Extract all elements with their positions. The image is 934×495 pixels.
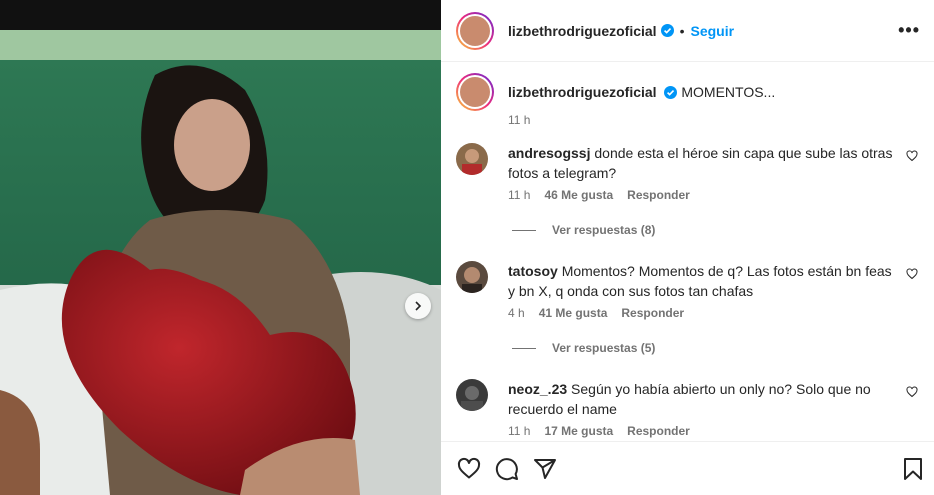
- view-replies-button[interactable]: Ver respuestas (8): [512, 223, 655, 237]
- comment-icon[interactable]: [495, 457, 519, 481]
- comment-meta: 4 h 41 Me gusta Responder: [508, 306, 684, 320]
- post-photo: [0, 30, 441, 495]
- comment-like-icon[interactable]: [906, 385, 918, 401]
- commenter-username[interactable]: andresogssj: [508, 145, 590, 161]
- post-side-panel: lizbethrodriguezoficial • Seguir ••• liz…: [441, 0, 934, 495]
- bookmark-icon[interactable]: [902, 457, 924, 481]
- commenter-username[interactable]: tatosoy: [508, 263, 558, 279]
- comment-likes[interactable]: 41 Me gusta: [539, 306, 608, 320]
- comment-text: Momentos? Momentos de q? Las fotos están…: [508, 263, 892, 299]
- more-options-icon[interactable]: •••: [898, 20, 920, 41]
- comment-item: neoz_.23 Según yo había abierto un only …: [456, 379, 926, 441]
- author-username[interactable]: lizbethrodriguezoficial: [508, 23, 657, 39]
- commenter-avatar[interactable]: [456, 143, 488, 175]
- caption-time: 11 h: [508, 113, 531, 127]
- post-actions-bar: [441, 441, 934, 495]
- comment-like-icon[interactable]: [906, 267, 918, 283]
- comment-meta: 11 h 17 Me gusta Responder: [508, 424, 690, 438]
- comment-likes[interactable]: 17 Me gusta: [544, 424, 613, 438]
- caption-avatar[interactable]: [456, 73, 494, 111]
- post-media: [0, 0, 441, 495]
- comment-meta: 11 h 46 Me gusta Responder: [508, 188, 690, 202]
- verified-badge-icon: [660, 24, 674, 37]
- reply-button[interactable]: Responder: [621, 306, 684, 320]
- comment-likes[interactable]: 46 Me gusta: [544, 188, 613, 202]
- author-avatar[interactable]: [456, 11, 494, 50]
- comment-time[interactable]: 11 h: [508, 424, 530, 438]
- paper-plane-icon[interactable]: [533, 457, 557, 481]
- comment-time[interactable]: 4 h: [508, 306, 525, 320]
- caption-username[interactable]: lizbethrodriguezoficial: [508, 84, 657, 100]
- caption-text: MOMENTOS...: [681, 84, 776, 100]
- reply-button[interactable]: Responder: [627, 188, 690, 202]
- comment-item: tatosoy Momentos? Momentos de q? Las fot…: [456, 261, 926, 371]
- reply-button[interactable]: Responder: [627, 424, 690, 438]
- comment-like-icon[interactable]: [906, 149, 918, 165]
- post-header: lizbethrodriguezoficial • Seguir •••: [441, 0, 934, 62]
- heart-icon[interactable]: [457, 457, 481, 481]
- commenter-avatar[interactable]: [456, 379, 488, 411]
- commenter-avatar[interactable]: [456, 261, 488, 293]
- media-top-strip: [0, 0, 441, 30]
- next-photo-button[interactable]: [405, 293, 431, 319]
- follow-button[interactable]: Seguir: [690, 23, 734, 39]
- comment-item: andresogssj donde esta el héroe sin capa…: [456, 143, 926, 253]
- chevron-right-icon: [415, 301, 422, 311]
- comment-time[interactable]: 11 h: [508, 188, 530, 202]
- separator-dot: •: [679, 22, 685, 39]
- commenter-username[interactable]: neoz_.23: [508, 381, 567, 397]
- view-replies-button[interactable]: Ver respuestas (5): [512, 341, 655, 355]
- comments-list: lizbethrodriguezoficial MOMENTOS... 11 h…: [441, 63, 934, 441]
- verified-badge-icon: [664, 86, 678, 99]
- post-caption: lizbethrodriguezoficial MOMENTOS... 11 h: [456, 73, 916, 127]
